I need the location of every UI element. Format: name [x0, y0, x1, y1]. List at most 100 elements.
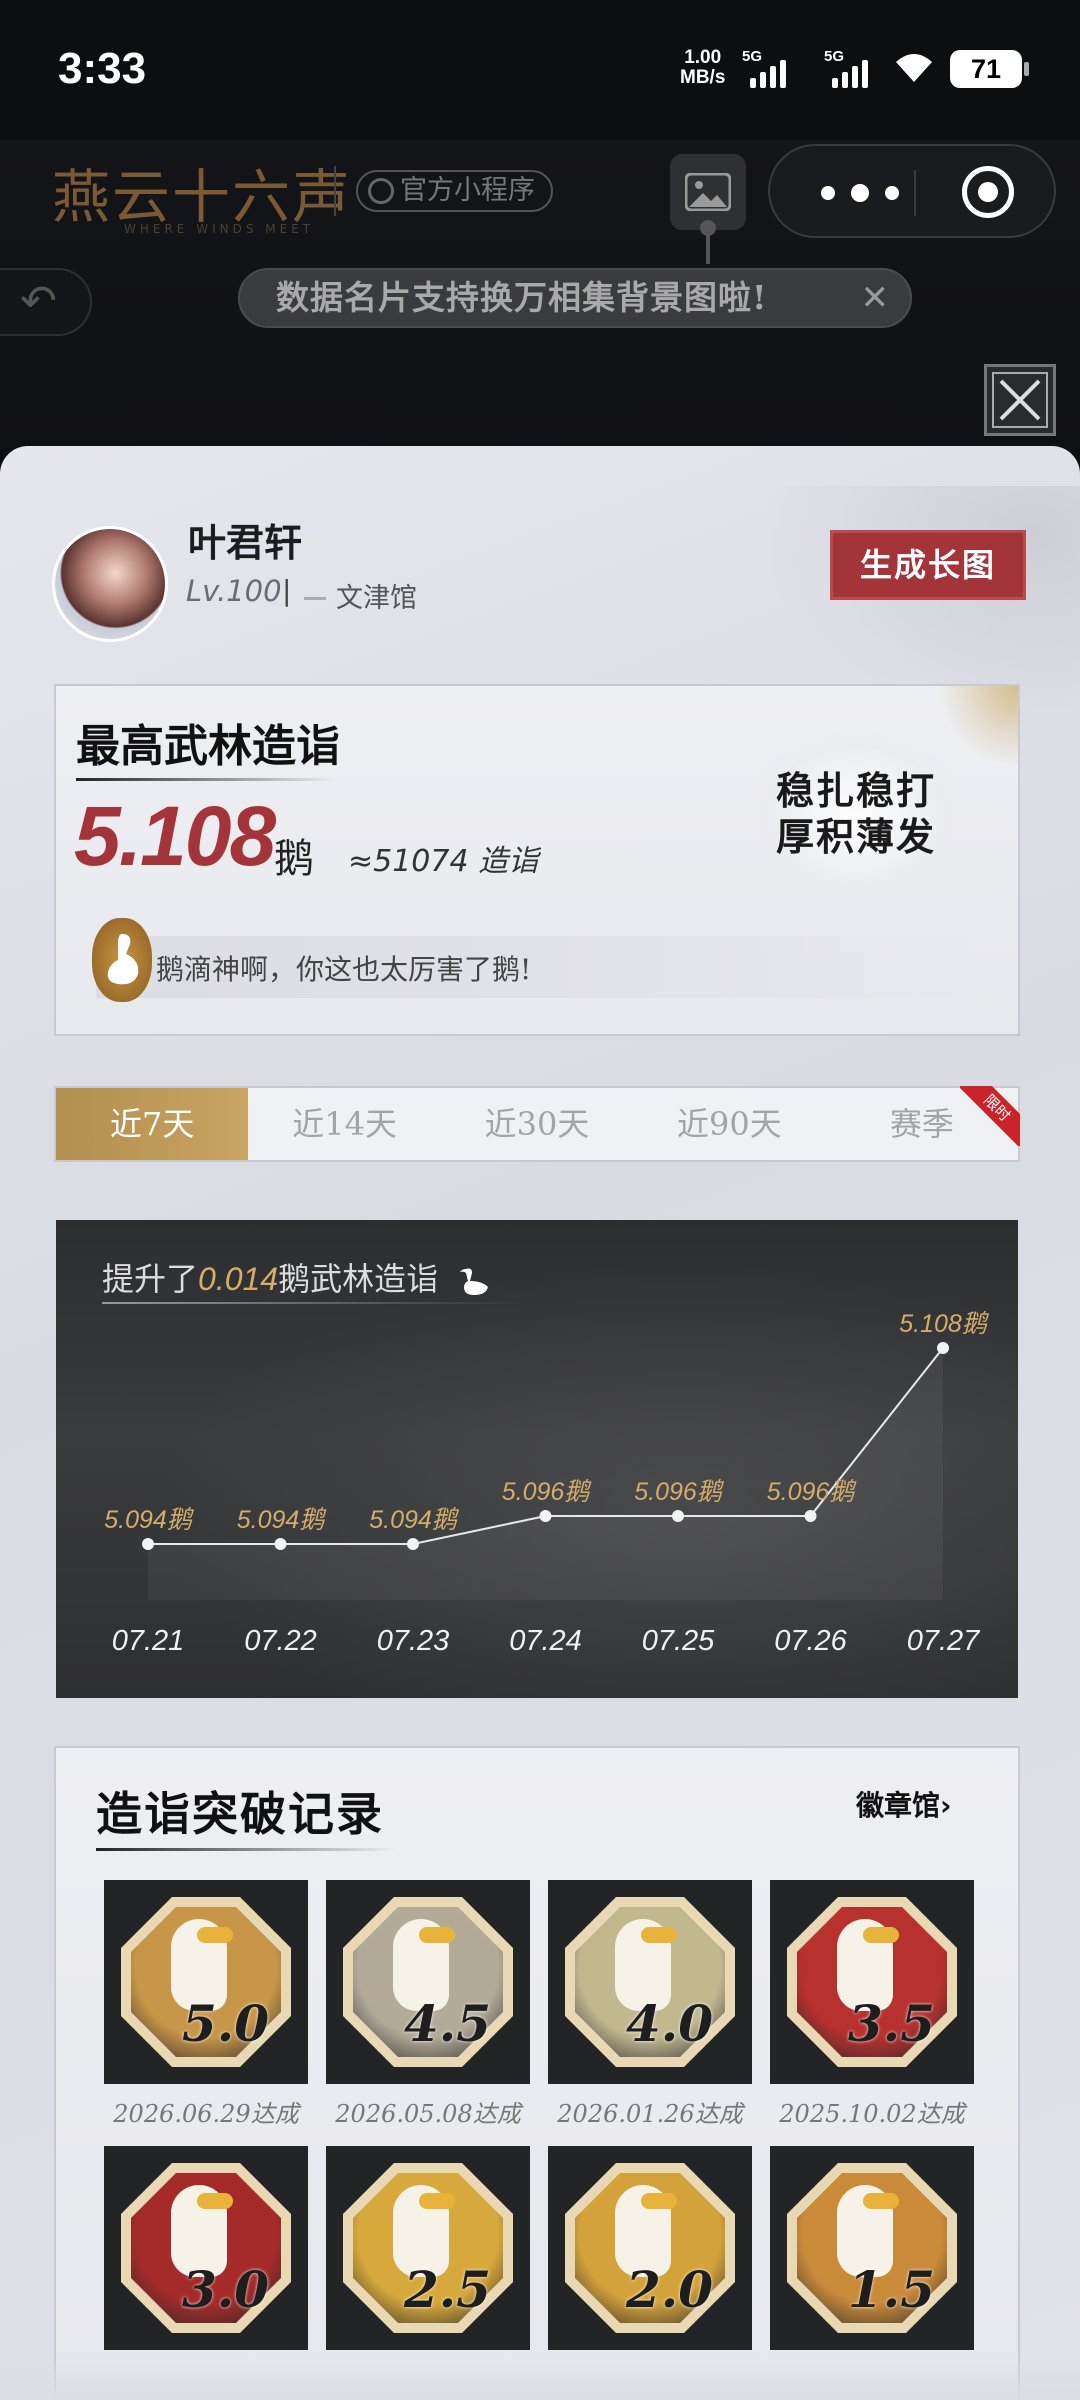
badge-value: 3.5 [848, 1994, 935, 2053]
badge-date: 2026.06.29达成 [113, 2100, 299, 2128]
guild-name: 文津馆 [336, 583, 417, 614]
badge-image: 3.5 [770, 1880, 974, 2084]
chart-x-tick-label: 07.24 [509, 1625, 582, 1657]
badge-value: 1.5 [848, 2260, 935, 2319]
badge-frame: 1.5 [787, 2163, 957, 2333]
background-image-button[interactable] [670, 154, 746, 230]
chart-data-label: 5.096鹅 [634, 1478, 725, 1506]
chart-point [937, 1342, 949, 1354]
back-arrow-icon: ↶ [20, 276, 57, 327]
chart-data-label: 5.096鹅 [767, 1478, 858, 1506]
chart-point [274, 1538, 287, 1550]
generate-long-image-button[interactable]: 生成长图 [830, 530, 1026, 600]
motto-seal: 稳扎稳打 厚积薄发 [746, 726, 966, 906]
badge-item[interactable]: 4.5 2026.05.08达成 [326, 1880, 530, 2128]
signal-icon: 5G [824, 48, 868, 88]
badge-frame: 2.5 [343, 2163, 513, 2333]
signal-icon: 5G [742, 48, 786, 88]
badge-date: 2025.10.02达成 [779, 2100, 965, 2128]
divider [914, 170, 916, 216]
guild-icon [304, 584, 326, 600]
badge-hall-link[interactable]: 徽章馆› [856, 1784, 952, 1824]
status-bar: 3:33 1.00 MB/s 5G 5G 71 [0, 0, 1080, 140]
tab-30-days[interactable]: 近30天 [441, 1088, 633, 1160]
score-approx: ≈51074 造诣 [348, 844, 539, 879]
records-title: 造诣突破记录 [96, 1787, 384, 1841]
game-logo-subtitle: WHERE WINDS MEET [124, 222, 315, 236]
badge-image: 5.0 [104, 1880, 308, 2084]
title-underline [76, 778, 336, 781]
chart-point [142, 1538, 154, 1550]
notice-banner[interactable]: 数据名片支持换万相集背景图啦! ✕ [238, 268, 912, 328]
badge-image: 1.5 [770, 2146, 974, 2350]
score-unit: 鹅 [274, 836, 314, 882]
tab-90-days[interactable]: 近90天 [633, 1088, 825, 1160]
image-icon [685, 173, 731, 211]
badge-frame: 4.5 [343, 1897, 513, 2067]
badge-date: 2026.05.08达成 [335, 2100, 521, 2128]
breakthrough-records-card: 造诣突破记录 徽章馆› 5.0 2026.06.29达成 4.5 2026.05.08… [54, 1746, 1020, 2400]
pin-connector [700, 220, 716, 264]
chart-x-tick-label: 07.25 [642, 1625, 715, 1657]
clock: 3:33 [58, 44, 147, 93]
bottom-fade [0, 2356, 1080, 2400]
more-menu-button[interactable] [810, 178, 910, 208]
badge-image: 2.0 [548, 2146, 752, 2350]
chart-x-tick-label: 07.21 [112, 1625, 185, 1657]
badge-value: 2.5 [404, 2260, 491, 2319]
chart-data-label: 5.094鹅 [237, 1506, 328, 1534]
chart-data-label: 5.108鹅 [899, 1310, 990, 1338]
badge-item[interactable]: 3.5 2025.10.02达成 [770, 1880, 974, 2128]
chart-data-label: 5.096鹅 [502, 1478, 593, 1506]
chart-data-label: 5.094鹅 [104, 1506, 195, 1534]
mini-program-capsule [768, 144, 1056, 238]
chart-x-tick-label: 07.27 [907, 1625, 981, 1657]
badge-value: 5.0 [182, 1994, 269, 2053]
chart-point [804, 1510, 817, 1522]
close-card-button[interactable] [984, 364, 1056, 436]
badge-image: 2.5 [326, 2146, 530, 2350]
back-button[interactable]: ↶ [0, 268, 92, 336]
score-card: 最高武林造诣 5.108 鹅 ≈51074 造诣 稳扎稳打 厚积薄发 鹅滴神啊，… [54, 684, 1020, 1036]
chart-data-label: 5.094鹅 [369, 1506, 460, 1534]
chart-x-tick-label: 07.23 [377, 1625, 450, 1657]
banner-close-icon[interactable]: ✕ [861, 270, 891, 326]
official-tag: 官方小程序 [356, 170, 553, 212]
data-card-sheet: 叶君轩 Lv.100 | 文津馆 生成长图 最高武林造诣 5.108 鹅 ≈51… [0, 446, 1080, 2400]
divider [334, 166, 336, 216]
chart-point [407, 1538, 419, 1550]
player-level: Lv.100 [186, 574, 282, 608]
badge-image: 4.0 [548, 1880, 752, 2084]
badge-grid: 5.0 2026.06.29达成 4.5 2026.05.08达成 4.0 2026.01… [104, 1880, 980, 2394]
badge-value: 3.0 [182, 2260, 269, 2319]
badge-image: 4.5 [326, 1880, 530, 2084]
player-name: 叶君轩 [188, 520, 303, 565]
close-mini-program-button[interactable] [962, 166, 1014, 218]
chart-x-tick-label: 07.26 [774, 1625, 847, 1657]
quote-text: 鹅滴神啊，你这也太厉害了鹅! [156, 953, 532, 986]
wifi-icon [896, 54, 932, 82]
score-value: 5.108 [74, 789, 276, 883]
badge-value: 2.0 [626, 2260, 713, 2319]
goose-icon [92, 918, 152, 1002]
badge-frame: 3.0 [121, 2163, 291, 2333]
chart-point [539, 1510, 552, 1522]
trend-line-chart: 5.094鹅 07.21 5.094鹅 07.22 5.094鹅 07.23 5.096鹅 0… [104, 1310, 990, 1657]
badge-frame: 4.0 [565, 1897, 735, 2067]
badge-item[interactable]: 5.0 2026.06.29达成 [104, 1880, 308, 2128]
network-speed: 1.00 MB/s [680, 47, 726, 88]
avatar[interactable] [52, 526, 168, 642]
battery-indicator: 71 [950, 50, 1029, 88]
tab-7-days[interactable]: 近7天 [56, 1088, 249, 1160]
score-title: 最高武林造诣 [76, 721, 340, 772]
badge-value: 4.5 [404, 1994, 491, 2053]
badge-item[interactable]: 4.0 2026.01.26达成 [548, 1880, 752, 2128]
chart-x-tick-label: 07.22 [244, 1625, 317, 1657]
tab-season[interactable]: 赛季 限时 [826, 1086, 1021, 1160]
badge-frame: 5.0 [121, 1897, 291, 2067]
badge-frame: 2.0 [565, 2163, 735, 2333]
chart-area [148, 1348, 943, 1600]
period-tabs: 近7天 近14天 近30天 近90天 赛季 限时 [54, 1086, 1021, 1162]
tab-14-days[interactable]: 近14天 [248, 1088, 440, 1160]
title-underline [96, 1848, 396, 1851]
